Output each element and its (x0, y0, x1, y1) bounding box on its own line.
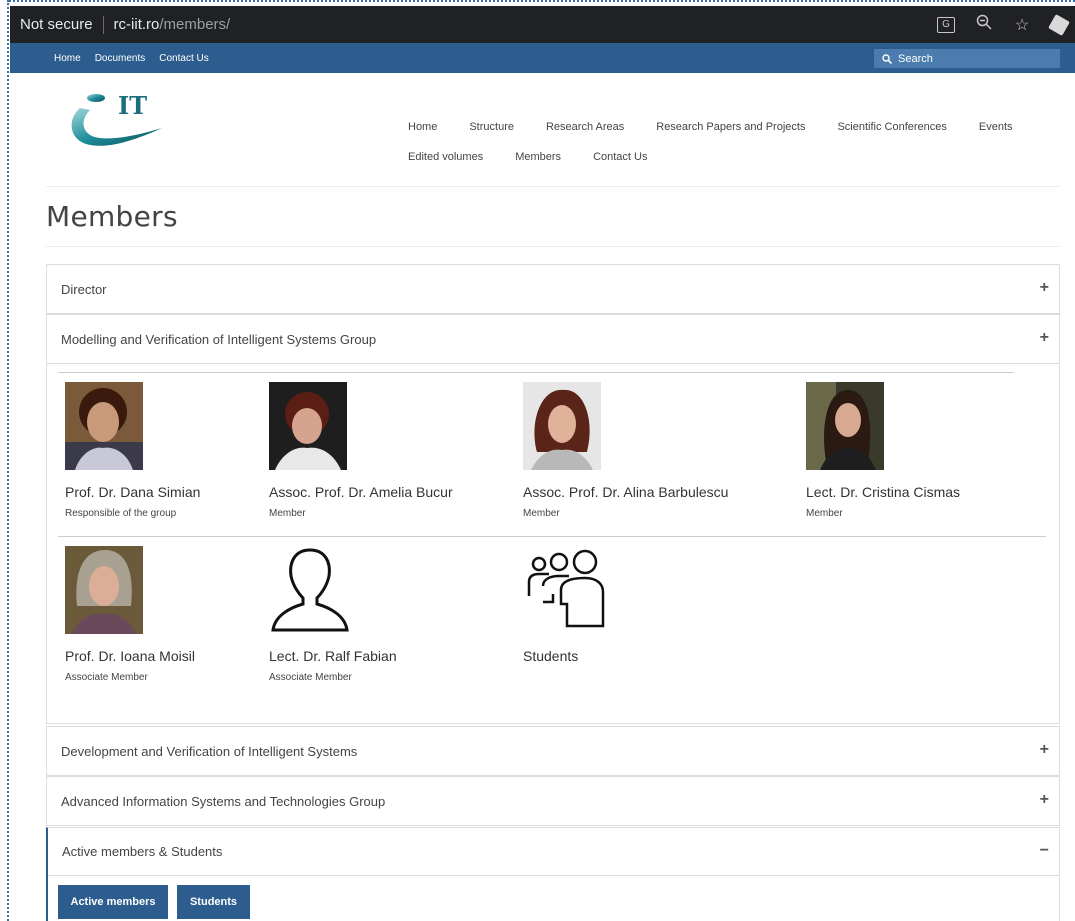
extension-icon[interactable] (1048, 13, 1070, 36)
member-role: Member (523, 508, 560, 519)
star-icon[interactable]: ☆ (1013, 15, 1031, 35)
search-placeholder: Search (898, 52, 933, 65)
nav-row-2: Edited volumes Members Contact Us (408, 142, 1028, 172)
accordion-label: Director (61, 281, 107, 297)
person-silhouette-icon[interactable] (269, 546, 351, 634)
top-utility-bar: Home Documents Contact Us Search (10, 43, 1075, 73)
member-name[interactable]: Assoc. Prof. Dr. Alina Barbulescu (523, 484, 728, 500)
title-divider (46, 246, 1060, 247)
nav-item-events[interactable]: Events (979, 121, 1013, 133)
security-indicator[interactable]: Not secure (20, 16, 93, 33)
nav-item-research-papers[interactable]: Research Papers and Projects (656, 121, 805, 133)
students-button[interactable]: Students (177, 885, 250, 919)
member-card: Students (523, 546, 605, 664)
accordion-modelling[interactable]: Modelling and Verification of Intelligen… (46, 314, 1060, 364)
accordion-director[interactable]: Director + (46, 264, 1060, 314)
members-row-divider (58, 372, 1014, 373)
member-card: Lect. Dr. Cristina Cismas Member (806, 382, 960, 519)
member-name[interactable]: Students (523, 648, 605, 664)
browser-toolbar-icons: G ☆ (937, 6, 1070, 43)
accordion-header-active-members[interactable]: Active members & Students − (48, 828, 1059, 876)
member-photo[interactable] (806, 382, 884, 470)
member-name[interactable]: Prof. Dr. Ioana Moisil (65, 648, 195, 664)
member-role: Associate Member (65, 672, 148, 683)
util-link-home[interactable]: Home (54, 53, 81, 64)
member-name[interactable]: Assoc. Prof. Dr. Amelia Bucur (269, 484, 453, 500)
nav-item-home[interactable]: Home (408, 121, 437, 133)
search-input[interactable]: Search (874, 49, 1060, 68)
address-field[interactable]: Not secure rc-iit.ro /members/ (20, 15, 230, 34)
main-navigation: Home Structure Research Areas Research P… (408, 112, 1028, 172)
nav-item-structure[interactable]: Structure (469, 121, 514, 133)
address-separator (102, 15, 104, 34)
accordion-label: Advanced Information Systems and Technol… (61, 793, 386, 809)
member-card: Prof. Dr. Dana Simian Responsible of the… (65, 382, 200, 519)
accordion-header-director[interactable]: Director + (47, 265, 1059, 313)
members-row-divider (58, 536, 1046, 537)
collapse-icon[interactable]: − (1040, 842, 1049, 860)
search-icon (882, 53, 892, 64)
member-role: Member (269, 508, 306, 519)
utility-links: Home Documents Contact Us (54, 53, 209, 64)
zoom-icon[interactable] (975, 14, 993, 35)
nav-item-contact[interactable]: Contact Us (593, 151, 647, 163)
header-divider (46, 186, 1060, 187)
member-role: Associate Member (269, 672, 352, 683)
util-link-documents[interactable]: Documents (95, 53, 146, 64)
accordion-advanced[interactable]: Advanced Information Systems and Technol… (46, 776, 1060, 826)
translate-icon[interactable]: G (937, 16, 955, 33)
member-name[interactable]: Lect. Dr. Cristina Cismas (806, 484, 960, 500)
nav-item-research-areas[interactable]: Research Areas (546, 121, 624, 133)
member-name[interactable]: Lect. Dr. Ralf Fabian (269, 648, 397, 664)
member-role: Responsible of the group (65, 508, 177, 519)
member-role: Member (806, 508, 843, 519)
accordion-header-advanced[interactable]: Advanced Information Systems and Technol… (47, 777, 1059, 825)
site-logo[interactable]: IT (66, 88, 176, 150)
nav-item-conferences[interactable]: Scientific Conferences (837, 121, 946, 133)
nav-item-edited-volumes[interactable]: Edited volumes (408, 151, 483, 163)
member-name[interactable]: Prof. Dr. Dana Simian (65, 484, 200, 500)
logo-text: IT (118, 91, 147, 120)
accordion-header-development[interactable]: Development and Verification of Intellig… (47, 727, 1059, 775)
url-host[interactable]: rc-iit.ro (114, 16, 160, 33)
member-photo[interactable] (523, 382, 601, 470)
member-photo[interactable] (269, 382, 347, 470)
page-title: Members (46, 200, 178, 233)
accordion-label: Development and Verification of Intellig… (61, 743, 358, 759)
accordion-label: Modelling and Verification of Intelligen… (61, 331, 377, 347)
member-card: Lect. Dr. Ralf Fabian Associate Member (269, 546, 397, 683)
member-photo[interactable] (65, 382, 143, 470)
active-members-button[interactable]: Active members (58, 885, 168, 919)
url-path[interactable]: /members/ (159, 16, 230, 33)
member-card: Assoc. Prof. Dr. Alina Barbulescu Member (523, 382, 728, 519)
member-card: Prof. Dr. Ioana Moisil Associate Member (65, 546, 195, 683)
expand-icon[interactable]: + (1040, 329, 1049, 347)
nav-row-1: Home Structure Research Areas Research P… (408, 112, 1028, 142)
util-link-contact[interactable]: Contact Us (159, 53, 208, 64)
member-photo[interactable] (65, 546, 143, 634)
accordion-development[interactable]: Development and Verification of Intellig… (46, 726, 1060, 776)
expand-icon[interactable]: + (1040, 279, 1049, 297)
browser-address-bar: Not secure rc-iit.ro /members/ G ☆ (10, 6, 1075, 43)
expand-icon[interactable]: + (1040, 791, 1049, 809)
accordion-label: Active members & Students (62, 844, 223, 859)
nav-item-members[interactable]: Members (515, 151, 561, 163)
group-people-icon[interactable] (523, 546, 605, 634)
member-card: Assoc. Prof. Dr. Amelia Bucur Member (269, 382, 453, 519)
expand-icon[interactable]: + (1040, 741, 1049, 759)
window-left-border (0, 0, 9, 921)
accordion-header-modelling[interactable]: Modelling and Verification of Intelligen… (47, 315, 1059, 363)
